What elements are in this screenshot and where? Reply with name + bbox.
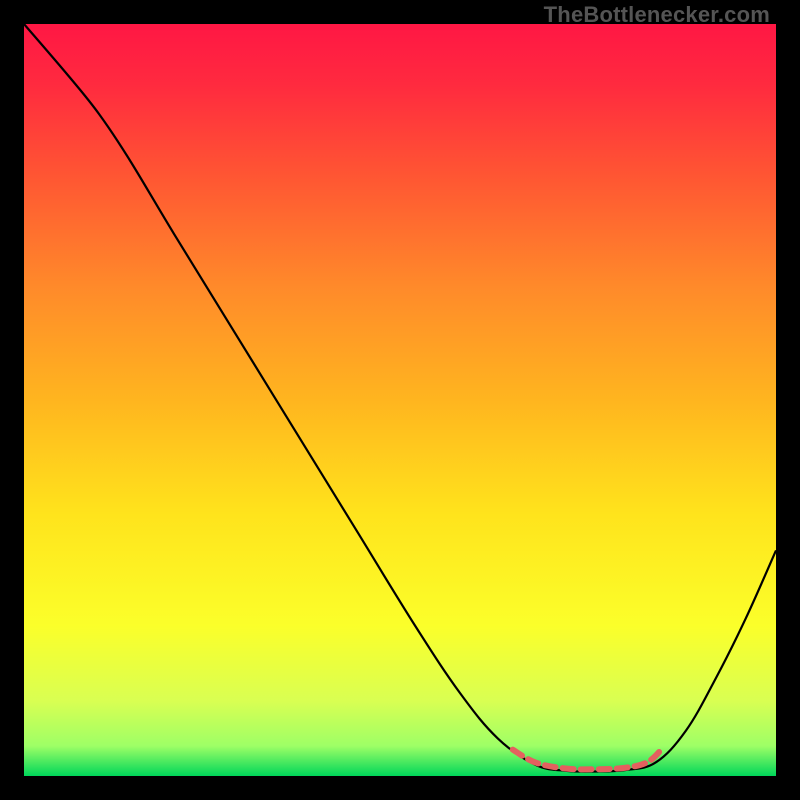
chart-frame [24, 24, 776, 776]
chart-background [24, 24, 776, 776]
chart-svg [24, 24, 776, 776]
